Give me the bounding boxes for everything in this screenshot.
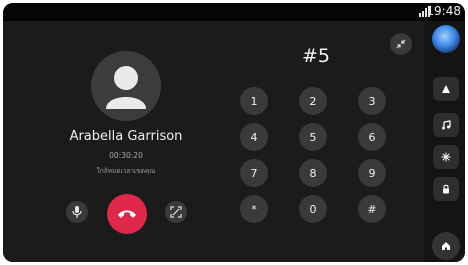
- sidebar-item-lock[interactable]: [433, 177, 459, 201]
- person-icon: [106, 66, 146, 109]
- caller-name: Arabella Garrison: [69, 129, 183, 144]
- dialed-digits: #5: [301, 45, 330, 67]
- key-0[interactable]: 0: [299, 195, 327, 223]
- key-star[interactable]: *: [240, 195, 268, 223]
- assistant-orb-button[interactable]: [432, 25, 460, 53]
- call-status: ใกล้หมดเวลาเขตคุณ: [96, 167, 156, 175]
- navigation-arrow-icon: [442, 85, 450, 93]
- collapse-button[interactable]: [390, 33, 412, 55]
- key-8[interactable]: 8: [299, 159, 327, 187]
- key-9[interactable]: 9: [358, 159, 386, 187]
- sidebar-item-navigation[interactable]: [433, 77, 459, 101]
- climate-fan-icon: [441, 152, 451, 162]
- lock-icon: [443, 184, 449, 194]
- transfer-audio-button[interactable]: [165, 201, 187, 223]
- key-5[interactable]: 5: [299, 123, 327, 151]
- clock: 19:48: [426, 4, 461, 18]
- sidebar-item-music[interactable]: [433, 113, 459, 137]
- collapse-icon: [396, 39, 406, 49]
- key-7[interactable]: 7: [240, 159, 268, 187]
- call-duration: 00:30:20: [109, 151, 143, 160]
- key-2[interactable]: 2: [299, 87, 327, 115]
- home-icon: [442, 242, 450, 250]
- phone-call-screen: 19:48 Arabella Garrison 00:30:20 ใกล้หมด…: [3, 3, 465, 262]
- music-note-icon: [442, 120, 451, 130]
- end-call-button[interactable]: [107, 194, 147, 234]
- key-3[interactable]: 3: [358, 87, 386, 115]
- status-bar: 19:48: [3, 3, 465, 21]
- call-panel: Arabella Garrison 00:30:20 ใกล้หมดเวลาเข…: [3, 21, 424, 262]
- key-4[interactable]: 4: [240, 123, 268, 151]
- sidebar: [426, 21, 465, 262]
- microphone-icon: [72, 206, 82, 218]
- mute-button[interactable]: [66, 201, 88, 223]
- avatar: [91, 51, 161, 121]
- key-hash[interactable]: #: [358, 195, 386, 223]
- key-6[interactable]: 6: [358, 123, 386, 151]
- home-button[interactable]: [432, 232, 460, 260]
- hang-up-icon: [118, 210, 136, 218]
- sidebar-item-climate[interactable]: [433, 145, 459, 169]
- transfer-icon: [170, 206, 182, 218]
- key-1[interactable]: 1: [240, 87, 268, 115]
